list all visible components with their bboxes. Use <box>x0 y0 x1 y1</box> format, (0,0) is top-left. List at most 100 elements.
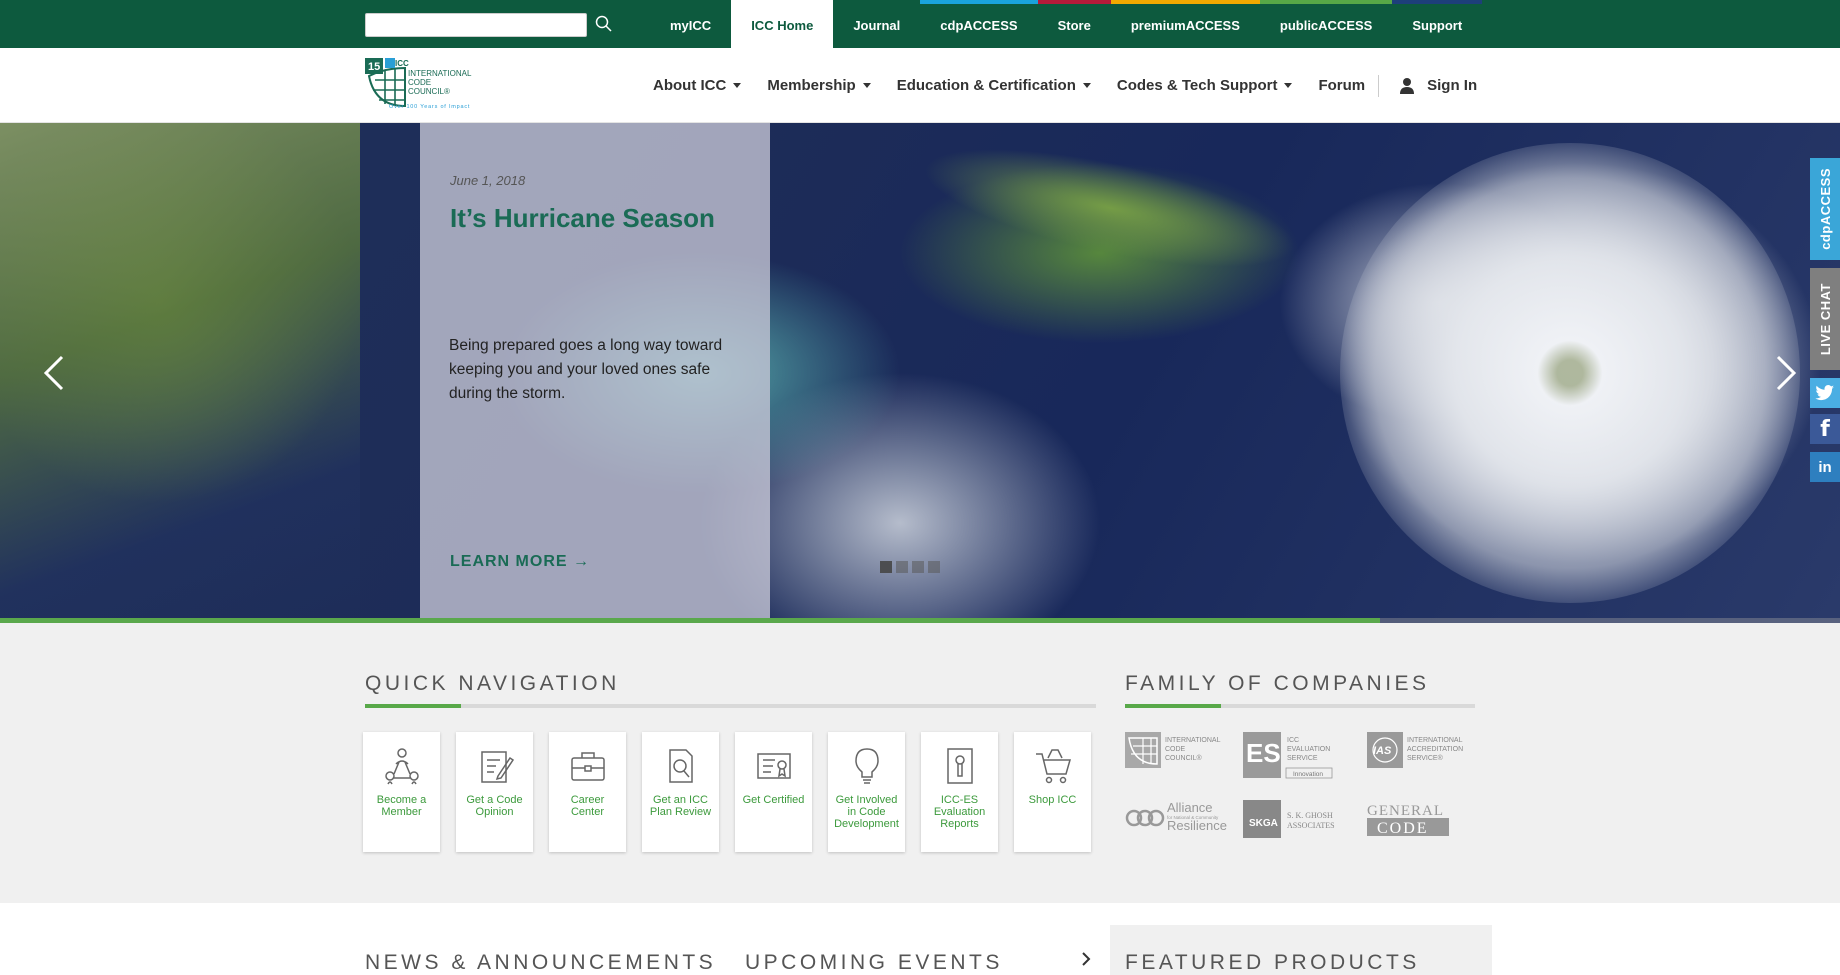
quick-nav-card-label: Get an ICC Plan Review <box>649 794 712 818</box>
skga-company-logo[interactable]: SKGA S. K. GHOSH ASSOCIATES <box>1243 800 1335 838</box>
cdpaccess-side-tab[interactable]: cdpACCESS <box>1810 158 1840 260</box>
top-nav: myICC ICC Home Journal cdpACCESS Store premiu… <box>650 0 1483 48</box>
top-nav-support[interactable]: Support <box>1392 0 1483 48</box>
svg-text:ICC: ICC <box>1287 737 1299 744</box>
main-nav-label: Education & Certification <box>896 77 1076 94</box>
general-code-company-logo[interactable]: GENERAL CODE <box>1367 800 1451 836</box>
linkedin-button[interactable]: in <box>1810 452 1840 482</box>
top-nav-journal[interactable]: Journal <box>833 0 920 48</box>
quick-nav-card-get-involved-in-code-development[interactable]: Get Involved in Code Development <box>828 732 905 852</box>
quick-nav-card-label: Get Involved in Code Development <box>834 794 899 830</box>
svg-text:IAS: IAS <box>1373 745 1392 757</box>
svg-text:GENERAL: GENERAL <box>1367 803 1444 819</box>
svg-text:COUNCIL®: COUNCIL® <box>1165 754 1203 762</box>
quick-nav-card-career-center[interactable]: Career Center <box>549 732 626 852</box>
main-nav: About ICC Membership Education & Certifica… <box>640 48 1490 123</box>
main-nav-education-certification[interactable]: Education & Certification <box>884 77 1104 94</box>
quick-nav-card-get-certified[interactable]: Get Certified <box>735 732 812 852</box>
svg-text:ES: ES <box>1246 738 1281 768</box>
cdpaccess-side-tab-label: cdpACCESS <box>1817 168 1833 250</box>
main-nav-codes-tech-support[interactable]: Codes & Tech Support <box>1104 77 1306 94</box>
quick-nav-card-label: Shop ICC <box>1028 794 1077 806</box>
nav-separator <box>1378 74 1380 97</box>
top-nav-myicc[interactable]: myICC <box>650 0 731 48</box>
quick-nav-card-icc-es-evaluation-reports[interactable]: ICC-ES Evaluation Reports <box>921 732 998 852</box>
carousel-next-icon[interactable] <box>1770 353 1800 393</box>
main-nav-label: Codes & Tech Support <box>1116 77 1278 94</box>
ias-company-logo[interactable]: IAS INTERNATIONAL ACCREDITATION SERVICE® <box>1367 732 1471 768</box>
hero-image-island <box>914 124 1306 292</box>
quick-nav-card-get-an-icc-plan-review[interactable]: Get an ICC Plan Review <box>642 732 719 852</box>
caret-down-icon <box>1082 83 1091 88</box>
carousel-prev-icon[interactable] <box>40 353 70 393</box>
svg-text:Alliance: Alliance <box>1167 800 1213 815</box>
upcoming-events-title: UPCOMING EVENTS <box>745 951 1003 974</box>
svg-text:SKGA: SKGA <box>1249 818 1278 829</box>
caret-down-icon <box>862 83 871 88</box>
live-chat-side-tab-label: LIVE CHAT <box>1817 282 1833 356</box>
sign-in-link[interactable]: Sign In <box>1389 77 1490 95</box>
svg-text:CODE: CODE <box>1165 746 1186 753</box>
hero-learn-more-link[interactable]: LEARN MORE → <box>450 553 590 571</box>
quick-nav-card-label: Get Certified <box>742 794 805 806</box>
top-nav-store[interactable]: Store <box>1037 0 1111 48</box>
linkedin-icon: in <box>1818 458 1832 476</box>
quick-navigation-underline <box>365 704 1096 708</box>
lightbulb-icon <box>854 748 879 784</box>
twitter-icon <box>1815 385 1834 401</box>
hero-title[interactable]: It’s Hurricane Season <box>450 203 715 234</box>
main-nav-about-icc[interactable]: About ICC <box>640 77 754 94</box>
top-nav-cdpaccess[interactable]: cdpACCESS <box>920 0 1038 48</box>
main-nav-forum[interactable]: Forum <box>1305 77 1378 94</box>
svg-text:S. K. GHOSH: S. K. GHOSH <box>1287 811 1333 820</box>
user-icon <box>1400 77 1415 94</box>
certificate-icon <box>756 753 791 779</box>
edit-document-icon <box>480 751 514 783</box>
quick-nav-card-label: Become a Member <box>376 794 427 818</box>
hero-image-hurricane <box>1340 143 1800 603</box>
main-nav-label: Membership <box>767 77 856 94</box>
svg-text:SERVICE®: SERVICE® <box>1407 754 1444 762</box>
family-of-companies-underline <box>1125 704 1475 708</box>
alliance-company-logo[interactable]: Alliance for National & Community Resili… <box>1125 800 1235 832</box>
top-nav-publicaccess[interactable]: publicACCESS <box>1259 0 1393 48</box>
sign-in-label: Sign In <box>1427 77 1478 94</box>
svg-text:ICC: ICC <box>395 59 409 68</box>
top-search-input[interactable] <box>365 13 587 37</box>
svg-text:ASSOCIATES: ASSOCIATES <box>1287 821 1335 830</box>
hero-description: Being prepared goes a long way toward ke… <box>449 337 723 402</box>
carousel-indicators <box>880 561 944 573</box>
carousel-dot[interactable] <box>880 561 892 573</box>
top-nav-premiumaccess[interactable]: premiumACCESS <box>1110 0 1260 48</box>
main-nav-membership[interactable]: Membership <box>754 77 883 94</box>
icc-logo[interactable]: 15 ICC INTERNATIONAL CODE COUNCIL® Over … <box>365 58 495 110</box>
top-nav-icc-home[interactable]: ICC Home <box>731 0 834 48</box>
svg-text:Innovation: Innovation <box>1293 771 1323 778</box>
icc-company-logo[interactable]: INTERNATIONAL CODE COUNCIL® <box>1125 732 1225 768</box>
featured-products-title: FEATURED PRODUCTS <box>1125 951 1420 974</box>
carousel-dot[interactable] <box>896 561 908 573</box>
caret-down-icon <box>733 83 742 88</box>
hero-date: June 1, 2018 <box>450 173 526 188</box>
svg-text:ACCREDITATION: ACCREDITATION <box>1407 746 1463 753</box>
chevron-right-icon[interactable] <box>1080 950 1092 968</box>
facebook-button[interactable]: f <box>1810 414 1840 444</box>
svg-text:INTERNATIONAL: INTERNATIONAL <box>408 69 472 78</box>
main-nav-label: About ICC <box>653 77 727 94</box>
svg-text:Resilience: Resilience <box>1167 818 1227 832</box>
network-people-icon <box>384 748 419 785</box>
svg-text:INTERNATIONAL: INTERNATIONAL <box>1165 737 1221 744</box>
live-chat-side-tab[interactable]: LIVE CHAT <box>1810 268 1840 370</box>
search-icon[interactable] <box>594 14 614 34</box>
quick-nav-card-shop-icc[interactable]: Shop ICC <box>1014 732 1091 852</box>
shopping-cart-icon <box>1035 749 1071 784</box>
carousel-dot[interactable] <box>912 561 924 573</box>
quick-navigation-title: QUICK NAVIGATION <box>365 672 620 695</box>
family-of-companies-title: FAMILY OF COMPANIES <box>1125 672 1430 695</box>
quick-nav-card-get-a-code-opinion[interactable]: Get a Code Opinion <box>456 732 533 852</box>
quick-nav-card-become-a-member[interactable]: Become a Member <box>363 732 440 852</box>
carousel-dot[interactable] <box>928 561 940 573</box>
document-search-icon <box>668 749 693 783</box>
icc-es-company-logo[interactable]: ES ICC EVALUATION SERVICE Innovation <box>1243 732 1335 784</box>
twitter-button[interactable] <box>1810 378 1840 408</box>
